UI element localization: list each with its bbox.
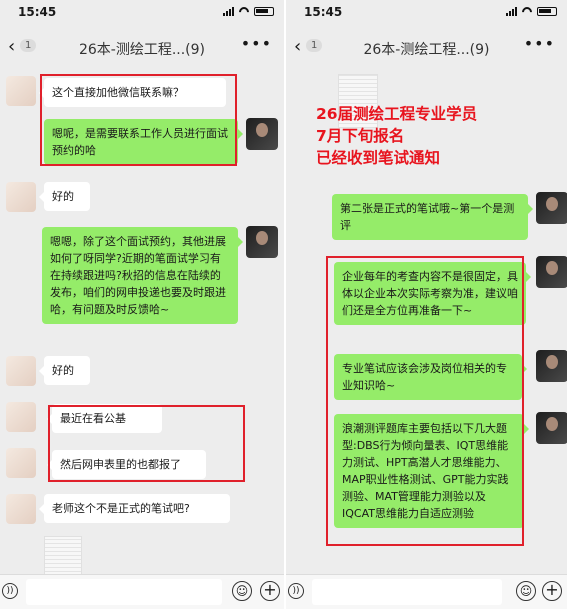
- status-icons: [223, 6, 274, 16]
- message-bubble: 第二张是正式的笔试哦~第一个是测评: [332, 194, 533, 240]
- highlight-box: [40, 74, 237, 166]
- avatar[interactable]: [536, 192, 567, 224]
- signal-icon: [506, 6, 517, 16]
- message-text: 好的: [52, 190, 74, 203]
- avatar[interactable]: [536, 350, 567, 382]
- message-text: 老师这个不是正式的笔试吧?: [52, 502, 190, 515]
- status-bar: 15:45: [286, 0, 567, 26]
- chat-header: ‹ 1 26本-测绘工程...(9) •••: [0, 26, 284, 68]
- notice-line: 已经收到笔试通知: [316, 149, 441, 167]
- wifi-icon: [521, 6, 533, 16]
- avatar[interactable]: [6, 402, 36, 432]
- signal-icon: [223, 6, 234, 16]
- avatar[interactable]: [6, 494, 36, 524]
- battery-icon: [254, 6, 274, 16]
- left-chat-panel: 15:45 ‹ 1 26本-测绘工程...(9) ••• 这个直接加他微信联系嘛…: [0, 0, 284, 609]
- notice-line: 7月下旬报名: [316, 127, 405, 145]
- input-bar: )) ☺ +: [286, 574, 567, 609]
- status-time: 15:45: [18, 5, 57, 19]
- avatar[interactable]: [536, 412, 567, 444]
- avatar[interactable]: [6, 448, 36, 478]
- voice-icon[interactable]: )): [2, 583, 18, 599]
- plus-icon[interactable]: +: [542, 581, 562, 601]
- message-text: 第二张是正式的笔试哦~第一个是测评: [340, 202, 515, 232]
- voice-icon[interactable]: )): [288, 583, 304, 599]
- status-bar: 15:45: [0, 0, 284, 26]
- message-input[interactable]: [312, 579, 502, 605]
- battery-icon: [537, 6, 557, 16]
- emoji-icon[interactable]: ☺: [516, 581, 536, 601]
- status-icons: [506, 6, 557, 16]
- plus-icon[interactable]: +: [260, 581, 280, 601]
- emoji-icon[interactable]: ☺: [232, 581, 252, 601]
- avatar[interactable]: [6, 356, 36, 386]
- highlight-box: [326, 256, 524, 546]
- message-input[interactable]: [26, 579, 222, 605]
- avatar[interactable]: [246, 226, 278, 258]
- message-bubble: 嗯嗯，除了这个面试预约，其他进展如何了呀同学?近期的笔面试学习有在持续跟进吗?秋…: [42, 227, 243, 324]
- notice-annotation: 26届测绘工程专业学员 7月下旬报名 已经收到笔试通知: [316, 103, 477, 169]
- more-icon[interactable]: •••: [524, 34, 555, 53]
- chat-header: ‹ 1 26本-测绘工程...(9) •••: [286, 26, 567, 68]
- avatar[interactable]: [246, 118, 278, 150]
- message-text: 嗯嗯，除了这个面试预约，其他进展如何了呀同学?近期的笔面试学习有在持续跟进吗?秋…: [50, 235, 226, 316]
- avatar[interactable]: [6, 76, 36, 106]
- message-bubble: 好的: [39, 356, 90, 385]
- input-bar: )) ☺ +: [0, 574, 284, 609]
- highlight-box: [48, 405, 245, 482]
- wifi-icon: [238, 6, 250, 16]
- message-bubble: 好的: [39, 182, 90, 211]
- right-chat-panel: 15:45 ‹ 1 26本-测绘工程...(9) ••• 26届测绘工程专业学员…: [286, 0, 567, 609]
- message-text: 好的: [52, 364, 74, 377]
- avatar[interactable]: [536, 256, 567, 288]
- more-icon[interactable]: •••: [241, 34, 272, 53]
- notice-line: 26届测绘工程专业学员: [316, 105, 478, 123]
- avatar[interactable]: [6, 182, 36, 212]
- status-time: 15:45: [304, 5, 343, 19]
- message-bubble: 老师这个不是正式的笔试吧?: [39, 494, 230, 523]
